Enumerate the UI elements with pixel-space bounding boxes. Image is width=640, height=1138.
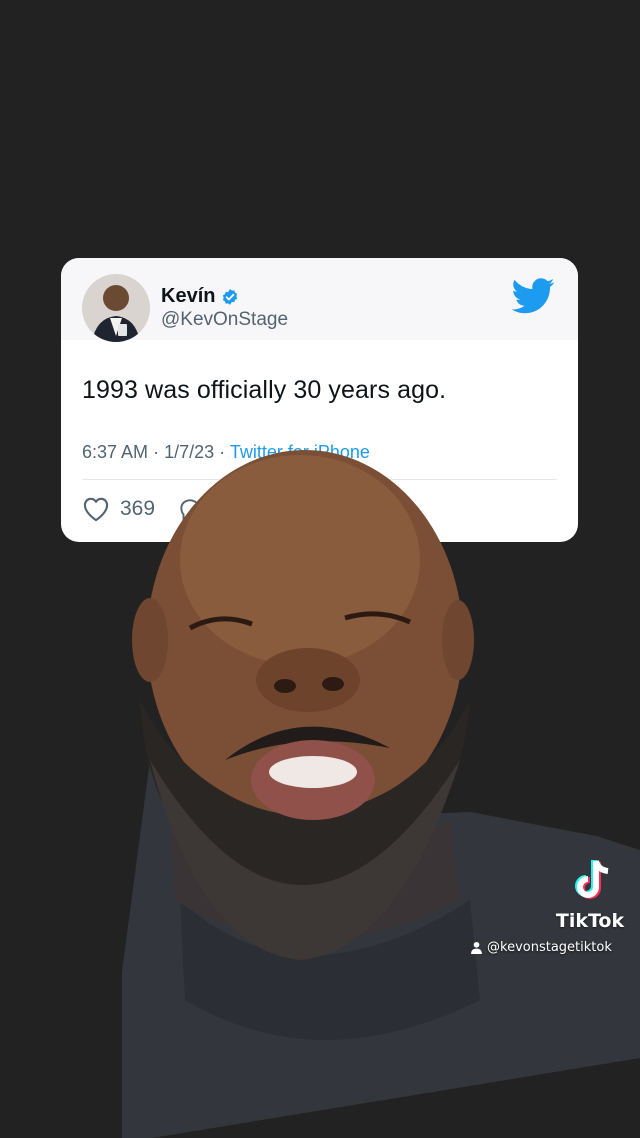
tiktok-username-text: @kevonstagetiktok bbox=[487, 940, 612, 955]
person-icon bbox=[471, 941, 482, 954]
tiktok-wordmark: TikTok bbox=[555, 910, 625, 932]
tiktok-note-icon bbox=[575, 860, 609, 899]
person-cutout-image bbox=[122, 450, 640, 1138]
tiktok-username: @kevonstagetiktok bbox=[470, 940, 612, 955]
video-frame: Kevín @KevOnStage 1993 was officially 30… bbox=[0, 0, 640, 1138]
